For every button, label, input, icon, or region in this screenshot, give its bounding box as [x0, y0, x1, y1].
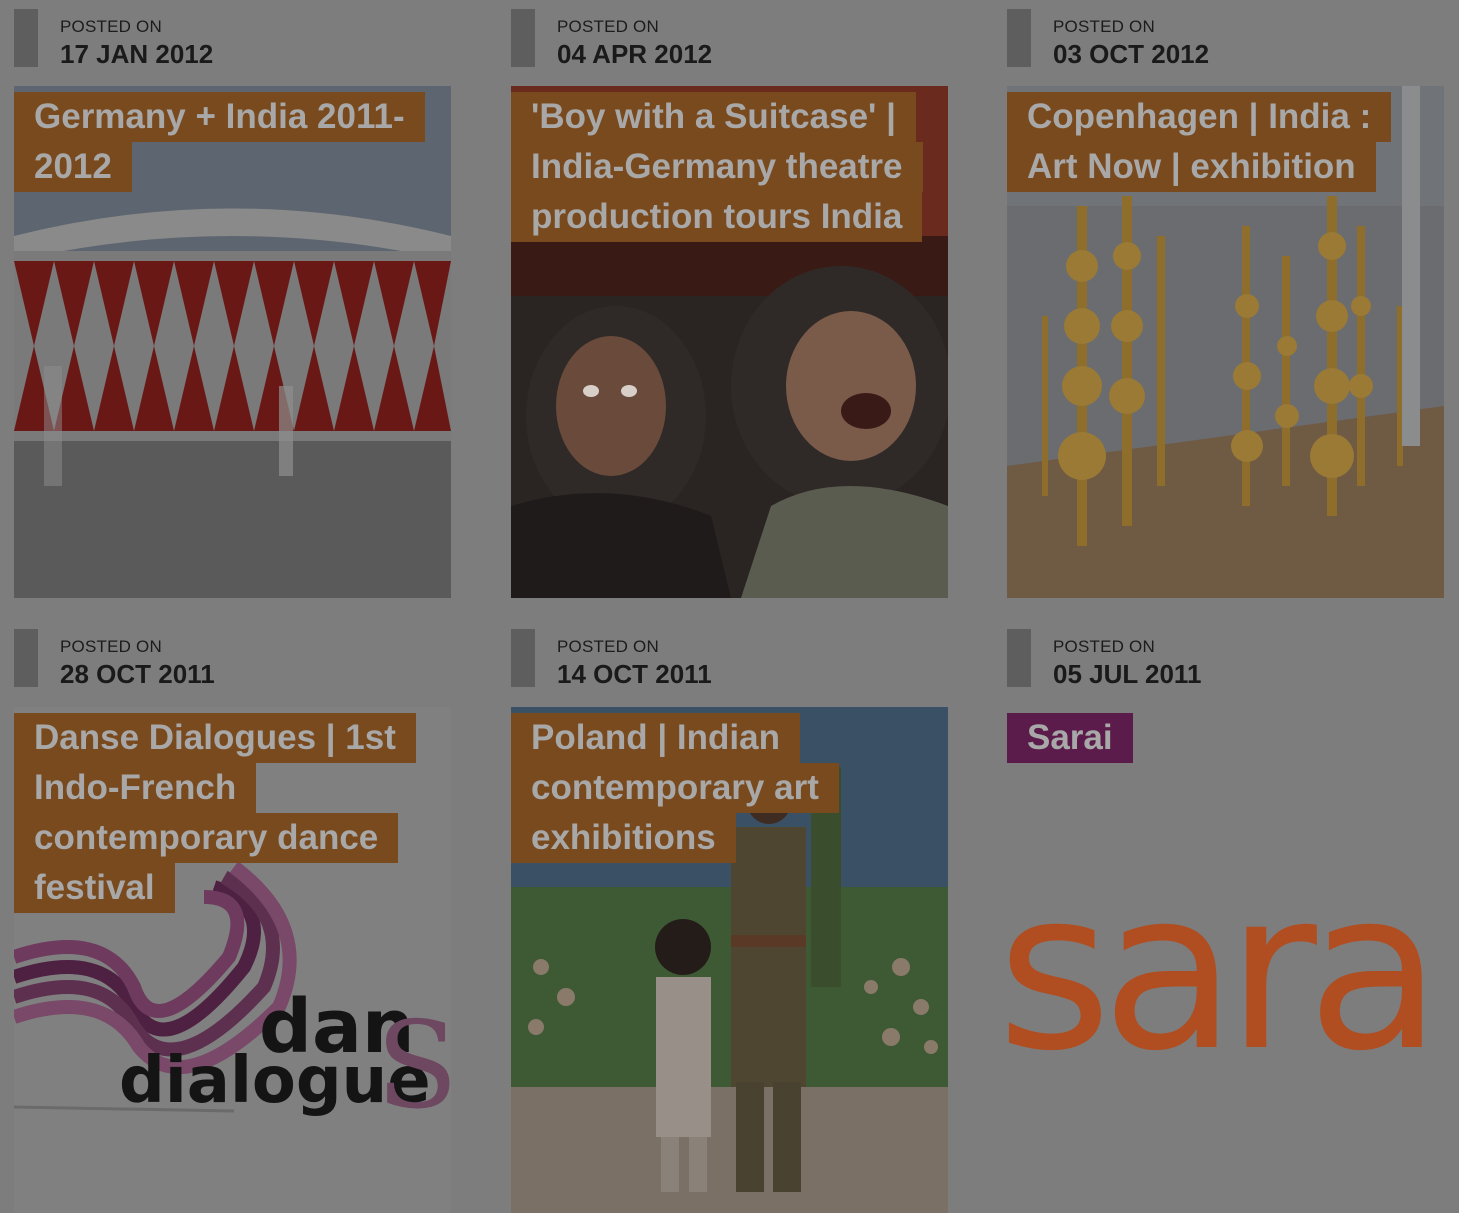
- post-title-line[interactable]: Copenhagen | India :: [1007, 92, 1392, 142]
- post-date: 04 APR 2012: [557, 39, 713, 69]
- post-title-line[interactable]: contemporary art: [511, 763, 839, 813]
- post-title-line[interactable]: 2012: [14, 142, 132, 192]
- date-marker-bar: [511, 9, 535, 67]
- post-thumbnail[interactable]: sarai: [1007, 707, 1444, 1213]
- date-marker-bar: [511, 629, 535, 687]
- post-card: POSTED ON 05 JUL 2011 sarai Sarai: [1007, 629, 1444, 1213]
- post-title-line[interactable]: festival: [14, 863, 175, 913]
- post-title-line[interactable]: production tours India: [511, 192, 923, 242]
- sarai-logo-text: sarai: [1007, 843, 1444, 1099]
- post-title-line[interactable]: Danse Dialogues | 1st: [14, 713, 416, 763]
- posted-on: POSTED ON 04 APR 2012: [511, 9, 948, 69]
- posted-on: POSTED ON 03 OCT 2012: [1007, 9, 1444, 69]
- post-card: POSTED ON 03 OCT 2012 Copenhagen | India…: [1007, 9, 1444, 598]
- post-date: 14 OCT 2011: [557, 659, 712, 689]
- post-title[interactable]: Sarai: [1007, 713, 1133, 763]
- post-date: 28 OCT 2011: [60, 659, 215, 689]
- post-title-line[interactable]: Germany + India 2011-: [14, 92, 425, 142]
- post-title-line[interactable]: exhibitions: [511, 813, 736, 863]
- posted-on: POSTED ON 28 OCT 2011: [14, 629, 451, 689]
- post-title-line[interactable]: Poland | Indian: [511, 713, 800, 763]
- logo-letter-s: S: [376, 997, 451, 1136]
- post-card: POSTED ON 28 OCT 2011 dan dialogue S Dan…: [14, 629, 451, 1213]
- posted-on-label: POSTED ON: [60, 637, 162, 656]
- post-title[interactable]: 'Boy with a Suitcase' | India-Germany th…: [511, 92, 923, 242]
- posted-on: POSTED ON 17 JAN 2012: [14, 9, 451, 69]
- posted-on-label: POSTED ON: [557, 637, 659, 656]
- post-title[interactable]: Copenhagen | India : Art Now | exhibitio…: [1007, 92, 1392, 192]
- post-title[interactable]: Poland | Indian contemporary art exhibit…: [511, 713, 839, 863]
- date-marker-bar: [14, 629, 38, 687]
- post-card: POSTED ON 14 OCT 2011 Poland | Indian co…: [511, 629, 948, 1213]
- sarai-logo: sarai: [1007, 707, 1444, 1213]
- posted-on-label: POSTED ON: [557, 17, 659, 36]
- post-card: POSTED ON 17 JAN 2012 Germany + India 20…: [14, 9, 451, 598]
- post-title-line[interactable]: Art Now | exhibition: [1007, 142, 1376, 192]
- posted-on-label: POSTED ON: [1053, 637, 1155, 656]
- posted-on: POSTED ON 14 OCT 2011: [511, 629, 948, 689]
- date-marker-bar: [1007, 9, 1031, 67]
- post-date: 05 JUL 2011: [1053, 659, 1202, 689]
- post-title[interactable]: Germany + India 2011- 2012: [14, 92, 425, 192]
- post-title[interactable]: Danse Dialogues | 1st Indo-French contem…: [14, 713, 416, 913]
- post-card: POSTED ON 04 APR 2012 'Boy with a Suitca…: [511, 9, 948, 598]
- post-date: 17 JAN 2012: [60, 39, 214, 69]
- posted-on-label: POSTED ON: [1053, 17, 1155, 36]
- post-title-line[interactable]: 'Boy with a Suitcase' |: [511, 92, 916, 142]
- posted-on: POSTED ON 05 JUL 2011: [1007, 629, 1444, 689]
- post-date: 03 OCT 2012: [1053, 39, 1210, 69]
- post-title-line[interactable]: contemporary dance: [14, 813, 399, 863]
- date-marker-bar: [1007, 629, 1031, 687]
- post-title-line[interactable]: Sarai: [1007, 713, 1133, 763]
- posted-on-label: POSTED ON: [60, 17, 162, 36]
- date-marker-bar: [14, 9, 38, 67]
- post-title-line[interactable]: Indo-French: [14, 763, 257, 813]
- post-title-line[interactable]: India-Germany theatre: [511, 142, 923, 192]
